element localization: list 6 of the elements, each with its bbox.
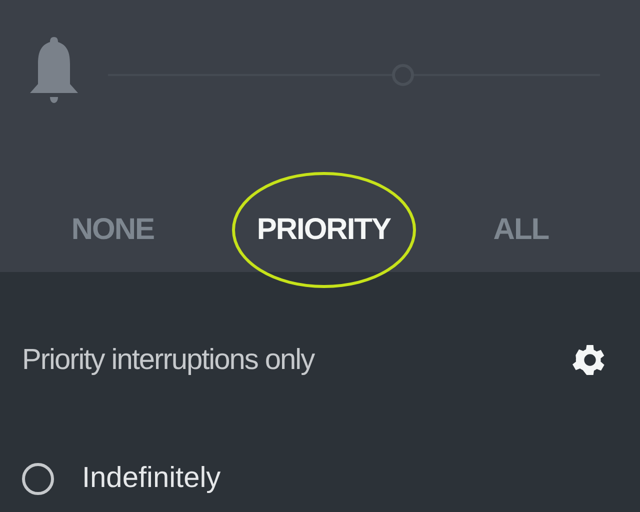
mode-tab[interactable]: ALL [468, 172, 574, 288]
radio-button[interactable] [22, 462, 54, 494]
duration-label: Indefinitely [82, 462, 221, 495]
mode-tab[interactable]: NONE [46, 172, 180, 288]
priority-summary: Priority interruptions only [22, 344, 314, 376]
mode-tab[interactable]: PRIORITY [232, 172, 416, 288]
